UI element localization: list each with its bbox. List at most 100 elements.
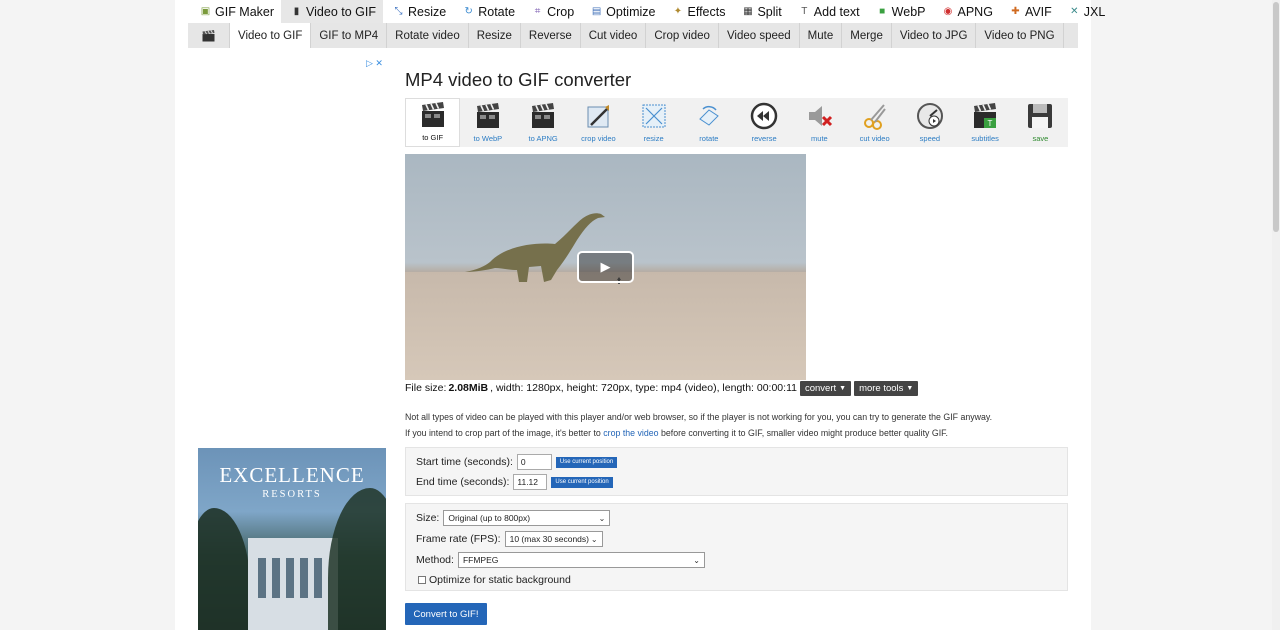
toolbar-button[interactable]: cut video — [847, 98, 902, 147]
note-line-2: If you intend to crop part of the image,… — [405, 426, 1045, 442]
toolbar-button[interactable]: mute — [792, 98, 847, 147]
top-menu-item[interactable]: ◉ APNG — [933, 0, 1000, 23]
top-menu-label: Effects — [687, 4, 726, 19]
toolbar-button[interactable]: save — [1013, 98, 1068, 147]
apng-icon: ◉ — [943, 5, 953, 17]
video-player[interactable]: ▶ — [405, 154, 806, 380]
convert-to-gif-button[interactable]: Convert to GIF! — [405, 603, 487, 625]
toolbar-button[interactable]: reverse — [737, 98, 792, 147]
end-time-row: End time (seconds): 11.12 Use current po… — [416, 474, 613, 490]
top-menu-item[interactable]: ▤ Optimize — [581, 0, 662, 23]
toolbar-button-label: resize — [643, 134, 664, 143]
toolbar-button[interactable]: speed — [902, 98, 957, 147]
ad-title: EXCELLENCE — [219, 463, 365, 487]
ad-choices-close[interactable]: ▷ ✕ — [366, 58, 383, 69]
mute-icon — [809, 106, 833, 127]
file-info-details: , width: 1280px, height: 720px, type: mp… — [490, 382, 797, 394]
toolbar-button[interactable]: to APNG — [516, 98, 571, 147]
static-bg-label: Optimize for static background — [429, 574, 571, 586]
top-menu-item[interactable]: ✕ JXL — [1059, 0, 1113, 23]
more-tools-dropdown[interactable]: more tools ▼ — [854, 380, 919, 396]
sub-menu-item[interactable]: Video to JPG — [892, 23, 977, 48]
toolbar-button-label: mute — [811, 134, 828, 143]
fps-select[interactable]: 10 (max 30 seconds) ⌄ — [504, 531, 603, 547]
top-menu-label: WebP — [891, 4, 926, 19]
sub-menu-item[interactable]: Cut video — [581, 23, 647, 48]
scrollbar-thumb[interactable] — [1273, 2, 1279, 232]
sub-menu-clapperboard[interactable] — [188, 23, 230, 48]
vertical-scrollbar[interactable] — [1272, 0, 1280, 630]
top-menu-item[interactable]: ✚ AVIF — [1000, 0, 1059, 23]
top-menu-item[interactable]: ⌗ Crop — [522, 0, 581, 23]
sub-menu-item[interactable]: Resize — [469, 23, 521, 48]
convert-dropdown[interactable]: convert ▼ — [799, 380, 852, 396]
top-menu-item[interactable]: ■ WebP — [867, 0, 933, 23]
static-bg-checkbox[interactable] — [418, 576, 426, 584]
sub-menu-item[interactable]: Merge — [842, 23, 892, 48]
top-menu-label: Rotate — [478, 4, 516, 19]
size-select[interactable]: Original (up to 800px) ⌄ — [443, 510, 611, 526]
save-icon — [1028, 104, 1053, 128]
toolbar-button[interactable]: resize — [626, 98, 681, 147]
play-icon: ▶ — [600, 259, 611, 274]
advertisement-banner[interactable]: EXCELLENCE RESORTS — [198, 448, 386, 630]
file-info: File size: 2.08MiB , width: 1280px, heig… — [405, 380, 919, 396]
chevron-down-icon: ⌄ — [598, 513, 606, 523]
play-button[interactable]: ▶ — [577, 251, 634, 283]
top-menu-item[interactable]: ▣ GIF Maker — [190, 0, 281, 23]
crop-video-icon — [587, 105, 610, 128]
optimize-icon: ▤ — [591, 5, 602, 17]
toolbar-button[interactable]: to GIF — [405, 98, 461, 147]
sub-menu-item[interactable]: Video to PNG — [976, 23, 1064, 48]
webp-icon: ■ — [879, 5, 886, 17]
top-menu-item[interactable]: ✦ Effects — [662, 0, 732, 23]
start-time-label: Start time (seconds): — [416, 456, 513, 468]
toolbar-button[interactable]: crop video — [571, 98, 626, 147]
top-menu-item[interactable]: ▦ Split — [732, 0, 788, 23]
compatibility-note: Not all types of video can be played wit… — [405, 410, 1045, 441]
method-label: Method: — [416, 554, 454, 566]
reverse-icon — [750, 102, 778, 130]
toolbar-button-label: speed — [919, 134, 941, 143]
toolbar-button-label: to APNG — [528, 134, 558, 143]
top-menu-label: Add text — [813, 4, 860, 19]
ad-subtitle: RESORTS — [262, 489, 322, 500]
toolbar-button[interactable]: to WebP — [460, 98, 515, 147]
sub-menu-item[interactable]: Reverse — [521, 23, 581, 48]
film-icon: ▮ — [293, 5, 300, 17]
start-use-current-button[interactable]: Use current position — [555, 456, 618, 468]
start-time-input[interactable]: 0 — [516, 454, 552, 470]
end-time-input[interactable]: 11.12 — [513, 474, 548, 490]
sub-menu-item[interactable]: Rotate video — [387, 23, 469, 48]
sub-menu-item[interactable]: GIF to MP4 — [311, 23, 388, 48]
top-menu: ▣ GIF Maker ▮ Video to GIF ⤡ Resize ↻ Rotate ⌗ Cr… — [190, 0, 1112, 23]
sub-menu-item[interactable]: Mute — [800, 23, 843, 48]
top-menu-item[interactable]: ↻ Rotate — [453, 0, 522, 23]
method-select-value: FFMPEG — [462, 555, 499, 565]
avif-icon: ✚ — [1011, 5, 1020, 17]
static-bg-row: Optimize for static background — [418, 574, 571, 586]
top-menu-item[interactable]: T Add text — [789, 0, 867, 23]
end-use-current-button[interactable]: Use current position — [551, 476, 613, 488]
top-menu-item[interactable]: ⤡ Resize — [383, 0, 453, 23]
top-menu-item[interactable]: ▮ Video to GIF — [281, 0, 383, 23]
toolbar-button[interactable]: rotate — [681, 98, 736, 147]
effects-icon: ✦ — [673, 5, 683, 17]
fps-label: Frame rate (FPS): — [416, 533, 501, 545]
toolbar-button[interactable]: Tsubtitles — [958, 98, 1013, 147]
clapperboard-icon — [476, 103, 499, 128]
resize-icon: ⤡ — [394, 5, 403, 17]
sub-menu-item[interactable]: Crop video — [646, 23, 719, 48]
top-menu-label: APNG — [957, 4, 993, 19]
sub-menu-item[interactable]: Video to GIF — [230, 23, 312, 48]
method-select[interactable]: FFMPEG ⌄ — [457, 552, 705, 568]
options-panel: Size: Original (up to 800px) ⌄ Frame rate… — [405, 503, 1068, 591]
sub-menu-item[interactable]: Video speed — [719, 23, 800, 48]
toolbar-button-label: to WebP — [473, 134, 503, 143]
file-info-prefix: File size: — [405, 382, 447, 394]
crop-video-link[interactable]: crop the video — [603, 428, 658, 438]
trim-panel: Start time (seconds): 0 Use current posi… — [405, 447, 1068, 496]
rotate-video-icon — [699, 105, 719, 126]
toolbar-button-label: rotate — [699, 134, 719, 143]
clapperboard-icon — [421, 102, 444, 127]
